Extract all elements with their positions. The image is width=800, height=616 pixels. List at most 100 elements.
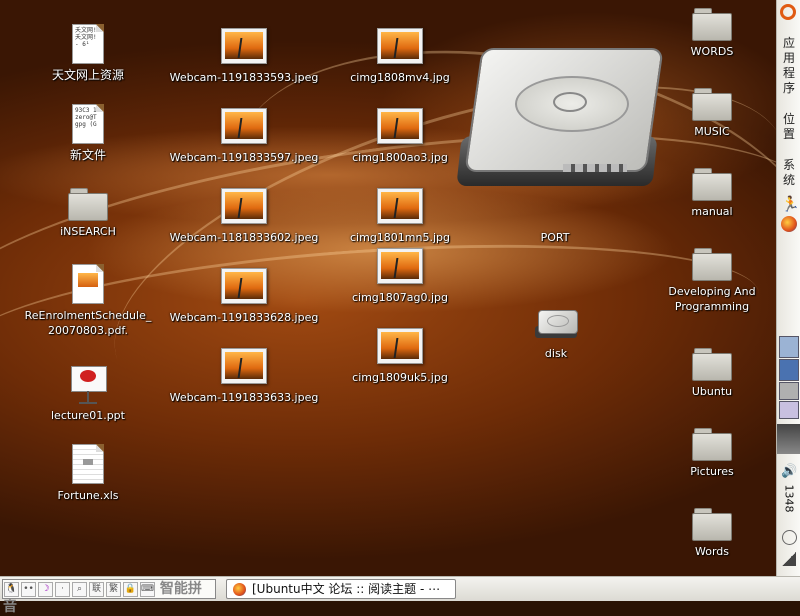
desktop-icon-lecture-ppt[interactable]: lecture01.ppt	[13, 364, 163, 423]
image-file-icon	[221, 28, 267, 64]
desktop-icon-webcam-4[interactable]: Webcam-1191833628.jpeg	[169, 268, 319, 325]
taskbar-window-title: [Ubuntu中文 论坛 :: 阅读主题 - ⋯	[252, 582, 441, 596]
image-file-icon	[377, 108, 423, 144]
desktop: 夭文网! 夭文网! - 6¹ 天文网上资源 93C3 1 zero@T gpg …	[0, 0, 776, 576]
desktop-icon-pictures[interactable]: Pictures	[637, 428, 776, 479]
spreadsheet-icon	[72, 444, 104, 484]
folder-icon	[692, 168, 732, 201]
moon-icon[interactable]: ☽	[38, 582, 53, 597]
desktop-icon-cimg-5[interactable]: cimg1809uk5.jpg	[325, 328, 475, 385]
taskbar-window-button[interactable]: [Ubuntu中文 论坛 :: 阅读主题 - ⋯	[226, 579, 456, 599]
desktop-icon-webcam-3[interactable]: Webcam-1181833602.jpeg	[169, 188, 319, 245]
icon-label: manual	[691, 205, 733, 218]
image-file-icon	[377, 248, 423, 284]
icon-label: Webcam-1191833628.jpeg	[169, 311, 319, 324]
clock-icon	[782, 530, 797, 545]
input-method-bar[interactable]: 🐧 •• ☽ · ⌕ 联繁 🔒 ⌨ 智能拼音	[2, 579, 216, 615]
volume-icon[interactable]: 🔊	[781, 464, 797, 480]
icon-label: cimg1807ag0.jpg	[351, 291, 449, 304]
run-launcher-icon[interactable]: 🏃	[781, 196, 800, 212]
icon-label: Words	[694, 545, 729, 558]
clock[interactable]: 1348	[783, 483, 796, 515]
hard-drive-icon	[535, 310, 578, 340]
desktop-icon-insearch[interactable]: iNSEARCH	[13, 188, 163, 239]
icon-label: Webcam-1181833602.jpeg	[169, 231, 319, 244]
desktop-icon-newfile[interactable]: 93C3 1 zero@T gpg (G 新文件	[13, 104, 163, 163]
keyboard-icon[interactable]: ⌨	[140, 582, 155, 597]
fullwidth-toggle-icon[interactable]: ·	[55, 582, 70, 597]
desktop-icon-webcam-2[interactable]: Webcam-1191833597.jpeg	[169, 108, 319, 165]
text-file-icon: 93C3 1 zero@T gpg (G	[72, 104, 104, 144]
icon-label: Webcam-1191833593.jpeg	[169, 71, 319, 84]
desktop-icon-tianwen[interactable]: 夭文网! 夭文网! - 6¹ 天文网上资源	[13, 24, 163, 83]
icon-label: PORT	[540, 231, 570, 244]
ime-button-lian[interactable]: 联	[89, 582, 104, 597]
search-icon[interactable]: ⌕	[72, 582, 87, 597]
workspace-switcher[interactable]	[779, 336, 799, 419]
ubuntu-logo-icon[interactable]	[780, 4, 796, 20]
firefox-icon[interactable]	[781, 216, 797, 232]
desktop-icon-cimg-4[interactable]: cimg1807ag0.jpg	[325, 248, 475, 305]
icon-label: cimg1801mn5.jpg	[350, 231, 450, 244]
icon-label: cimg1800ao3.jpg	[352, 151, 448, 164]
icon-label: Webcam-1191833633.jpeg	[169, 391, 319, 404]
hard-drive-icon	[455, 44, 664, 190]
icon-label: 天文网上资源	[51, 68, 124, 82]
icon-label: Fortune.xls	[57, 489, 119, 502]
desktop-icon-words[interactable]: Words	[637, 508, 776, 559]
desktop-icon-disk[interactable]: disk	[481, 310, 631, 361]
icon-label: ReEnrolmentSchedule_ 20070803.pdf.	[24, 309, 152, 337]
desktop-icon-webcam-1[interactable]: Webcam-1191833593.jpeg	[169, 28, 319, 85]
image-file-icon	[221, 348, 267, 384]
folder-icon	[692, 8, 732, 41]
desktop-icon-reenrolment-pdf[interactable]: ReEnrolmentSchedule_ 20070803.pdf.	[13, 264, 163, 338]
image-file-icon	[221, 268, 267, 304]
desktop-icon-ubuntu[interactable]: Ubuntu	[637, 348, 776, 399]
icon-label: 新文件	[69, 148, 106, 162]
image-file-icon	[221, 108, 267, 144]
folder-icon	[692, 428, 732, 461]
show-desktop-button[interactable]	[777, 424, 800, 454]
icon-label: Ubuntu	[691, 385, 733, 398]
icon-label: Webcam-1191833597.jpeg	[169, 151, 319, 164]
desktop-icon-music[interactable]: MUSIC	[637, 88, 776, 139]
desktop-icon-words-upper[interactable]: WORDS	[637, 8, 776, 59]
lock-icon[interactable]: 🔒	[123, 582, 138, 597]
tux-icon[interactable]: 🐧	[4, 582, 19, 597]
folder-icon	[692, 88, 732, 121]
workspace-1[interactable]	[779, 336, 799, 358]
desktop-icon-port-drive[interactable]: PORT	[455, 44, 664, 245]
pdf-file-icon	[72, 264, 104, 304]
desktop-icon-webcam-5[interactable]: Webcam-1191833633.jpeg	[169, 348, 319, 405]
bottom-panel: 🐧 •• ☽ · ⌕ 联繁 🔒 ⌨ 智能拼音 [Ubuntu中文 论坛 :: 阅读主题 - ⋯	[0, 576, 800, 615]
network-signal-icon[interactable]	[782, 552, 796, 566]
punctuation-toggle-icon[interactable]: ••	[21, 582, 36, 597]
icon-label: disk	[544, 347, 568, 360]
desktop-icon-fortune-xls[interactable]: Fortune.xls	[13, 444, 163, 503]
workspace-2[interactable]	[779, 359, 799, 381]
icon-label: WORDS	[690, 45, 734, 58]
icon-label: lecture01.ppt	[51, 409, 125, 422]
desktop-icon-cimg-1[interactable]: cimg1808mv4.jpg	[325, 28, 475, 85]
icon-label: MUSIC	[694, 125, 730, 138]
places-menu[interactable]: 位置	[783, 112, 795, 142]
desktop-icon-cimg-2[interactable]: cimg1800ao3.jpg	[325, 108, 475, 165]
firefox-icon	[233, 583, 246, 596]
ime-button-fan[interactable]: 繁	[106, 582, 121, 597]
text-file-icon: 夭文网! 夭文网! - 6¹	[72, 24, 104, 64]
workspace-3[interactable]	[779, 382, 799, 400]
folder-icon	[692, 348, 732, 381]
desktop-icon-developing[interactable]: Developing And Programming	[637, 248, 776, 314]
icon-label: iNSEARCH	[60, 225, 116, 238]
folder-icon	[692, 508, 732, 541]
image-file-icon	[377, 28, 423, 64]
image-file-icon	[377, 328, 423, 364]
folder-icon	[692, 248, 732, 281]
workspace-4[interactable]	[779, 401, 799, 419]
applications-menu[interactable]: 应用程序	[783, 36, 795, 96]
desktop-icon-cimg-3[interactable]: cimg1801mn5.jpg	[325, 188, 475, 245]
folder-icon	[68, 188, 108, 221]
system-menu[interactable]: 系统	[783, 158, 795, 188]
desktop-icon-manual[interactable]: manual	[637, 168, 776, 219]
icon-label: cimg1808mv4.jpg	[350, 71, 450, 84]
